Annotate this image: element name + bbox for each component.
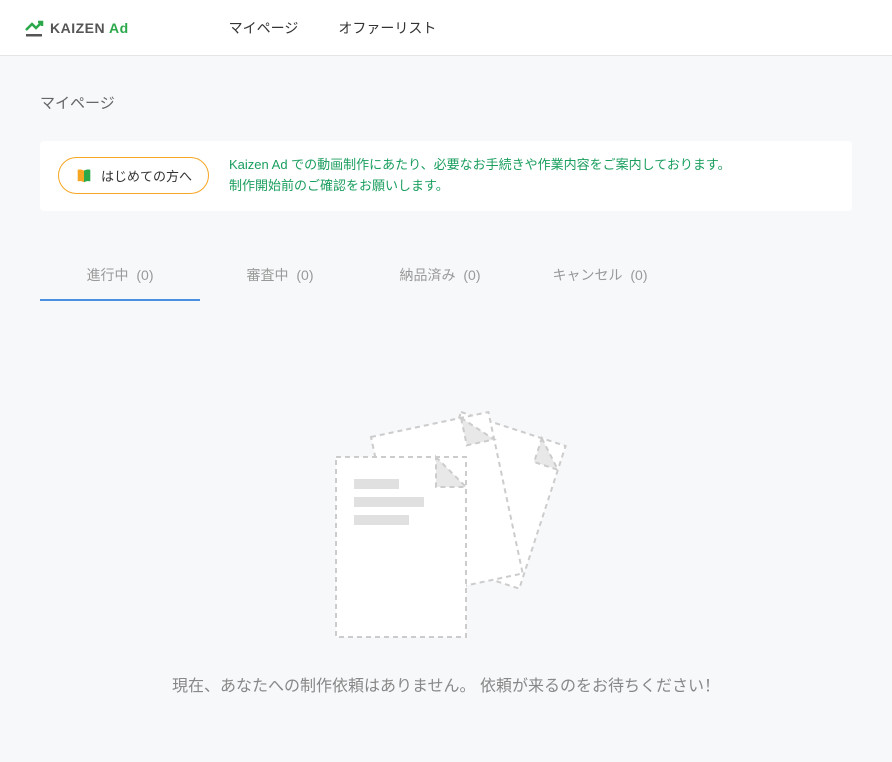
notice-text-line1: Kaizen Ad での動画制作にあたり、必要なお手続きや作業内容をご案内してお… <box>229 155 731 176</box>
first-time-button[interactable]: はじめての方へ <box>58 157 209 194</box>
header: KAIZEN Ad マイページ オファーリスト <box>0 0 892 56</box>
logo-text: KAIZEN Ad <box>50 20 129 36</box>
tab-cancelled[interactable]: キャンセル (0) <box>520 251 680 301</box>
empty-state: 現在、あなたへの制作依頼はありません。 依頼が来るのをお待ちください！ <box>40 302 852 726</box>
empty-documents-icon <box>80 382 812 642</box>
notice-bar: はじめての方へ Kaizen Ad での動画制作にあたり、必要なお手続きや作業内… <box>40 141 852 211</box>
notice-text: Kaizen Ad での動画制作にあたり、必要なお手続きや作業内容をご案内してお… <box>229 155 731 197</box>
nav: マイページ オファーリスト <box>229 18 437 38</box>
tab-count: (0) <box>296 267 313 283</box>
tab-count: (0) <box>463 267 480 283</box>
tab-count: (0) <box>136 267 153 283</box>
tab-delivered[interactable]: 納品済み (0) <box>360 251 520 301</box>
tabs: 進行中 (0) 審査中 (0) 納品済み (0) キャンセル (0) <box>40 251 852 302</box>
nav-item-mypage[interactable]: マイページ <box>229 18 299 38</box>
tab-count: (0) <box>630 267 647 283</box>
tab-label: 進行中 <box>86 267 128 283</box>
tab-under-review[interactable]: 審査中 (0) <box>200 251 360 301</box>
tab-label: 審査中 <box>246 267 288 283</box>
empty-state-message: 現在、あなたへの制作依頼はありません。 依頼が来るのをお待ちください！ <box>80 672 812 696</box>
tab-in-progress[interactable]: 進行中 (0) <box>40 251 200 301</box>
main-content: マイページ はじめての方へ Kaizen Ad での動画制作にあたり、必要なお手… <box>0 56 892 762</box>
logo-icon <box>24 18 44 38</box>
nav-item-offerlist[interactable]: オファーリスト <box>338 18 436 38</box>
tab-label: キャンセル <box>552 267 622 283</box>
notice-text-line2: 制作開始前のご確認をお願いします。 <box>229 176 731 197</box>
tab-label: 納品済み <box>399 267 455 283</box>
first-time-button-label: はじめての方へ <box>101 166 192 185</box>
logo[interactable]: KAIZEN Ad <box>24 18 129 38</box>
page-title: マイページ <box>40 92 852 113</box>
book-icon <box>75 167 93 185</box>
